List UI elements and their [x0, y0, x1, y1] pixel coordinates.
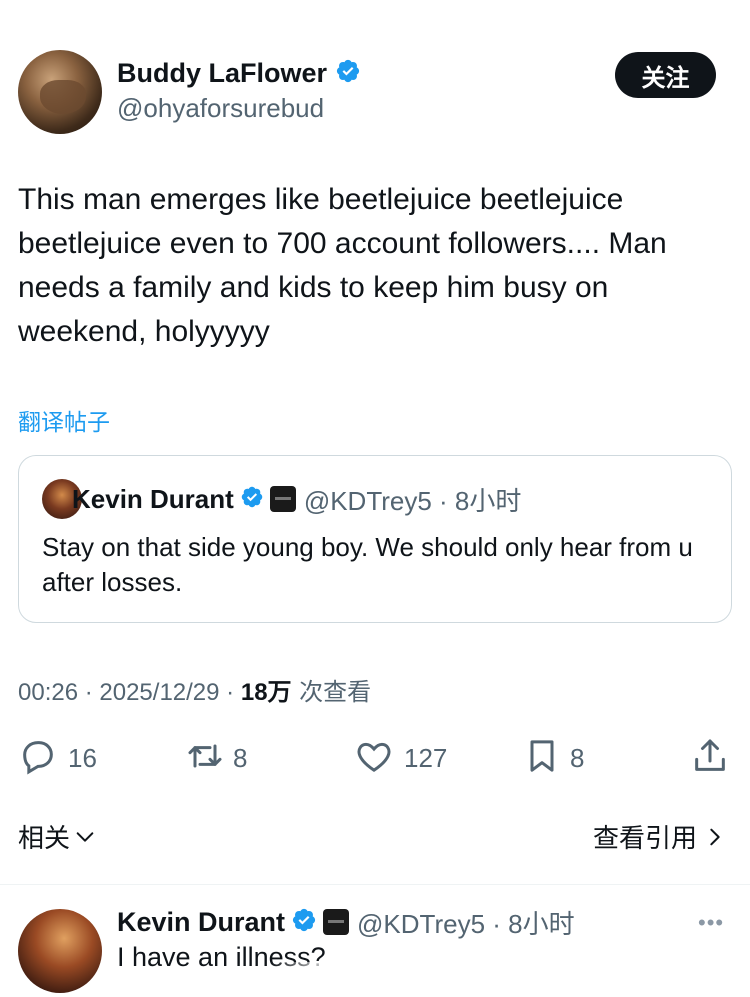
verified-badge-icon — [240, 485, 264, 514]
scroll-fade-overlay — [270, 962, 470, 992]
affiliation-badge-icon[interactable] — [269, 486, 296, 512]
author-avatar[interactable] — [18, 50, 102, 134]
like-count: 127 — [404, 742, 448, 773]
like-button[interactable]: 127 — [354, 733, 447, 783]
divider — [0, 884, 750, 885]
reply-button[interactable]: 16 — [18, 733, 97, 783]
view-quotes-link[interactable]: 查看引用 — [593, 818, 725, 855]
reply-author-handle-time: @KDTrey5 · 8小时 — [357, 908, 575, 939]
author-display-name[interactable]: Buddy LaFlower — [117, 58, 327, 88]
views-count: 18万 — [240, 679, 292, 706]
share-icon — [690, 736, 730, 781]
translate-post-link[interactable]: 翻译帖子 — [18, 403, 110, 437]
related-dropdown[interactable]: 相关 — [18, 818, 96, 855]
author-name-row[interactable]: Buddy LaFlower — [117, 58, 361, 91]
verified-badge-icon — [335, 58, 361, 91]
view-quotes-label: 查看引用 — [592, 824, 697, 854]
more-options-icon[interactable]: ••• — [698, 910, 724, 936]
follow-button[interactable]: 关注 — [615, 52, 716, 98]
bookmark-icon — [522, 736, 562, 781]
views-label: 次查看 — [291, 678, 372, 706]
quoted-author-name[interactable]: Kevin Durant — [72, 484, 234, 515]
reply-icon — [18, 736, 58, 781]
repost-button[interactable]: 8 — [183, 733, 247, 783]
chevron-right-icon — [705, 826, 725, 848]
quoted-author-handle-time: @KDTrey5 · 8小时 — [303, 485, 522, 516]
bookmark-count: 8 — [570, 742, 585, 773]
repost-count: 8 — [233, 742, 248, 773]
affiliation-badge-icon[interactable] — [323, 909, 350, 935]
tweet-text: This man emerges like beetlejuice beetle… — [18, 183, 667, 348]
tweet-timestamp[interactable]: 00:26 · 2025/12/29 · — [18, 679, 241, 706]
repost-icon — [183, 736, 227, 781]
quoted-tweet-header: Kevin Durant @KDTrey5 · 8小时 — [72, 482, 521, 516]
share-button[interactable] — [690, 733, 730, 783]
quoted-tweet-text: Stay on that side young boy. We should o… — [42, 532, 693, 597]
author-handle[interactable]: @ohyaforsurebud — [117, 93, 324, 124]
reply-author-avatar[interactable] — [18, 909, 102, 993]
chevron-down-icon — [74, 826, 96, 848]
tweet-meta: 00:26 · 2025/12/29 · 18万 次查看 — [18, 672, 371, 707]
reply-header: Kevin Durant @KDTrey5 · 8小时 — [117, 904, 575, 940]
related-label: 相关 — [18, 824, 71, 854]
heart-icon — [354, 736, 394, 781]
bookmark-button[interactable]: 8 — [522, 733, 584, 783]
action-bar: 16 8 127 8 — [0, 733, 750, 783]
reply-count: 16 — [68, 742, 97, 773]
verified-badge-icon — [291, 907, 317, 938]
reply-author-name[interactable]: Kevin Durant — [117, 907, 285, 938]
